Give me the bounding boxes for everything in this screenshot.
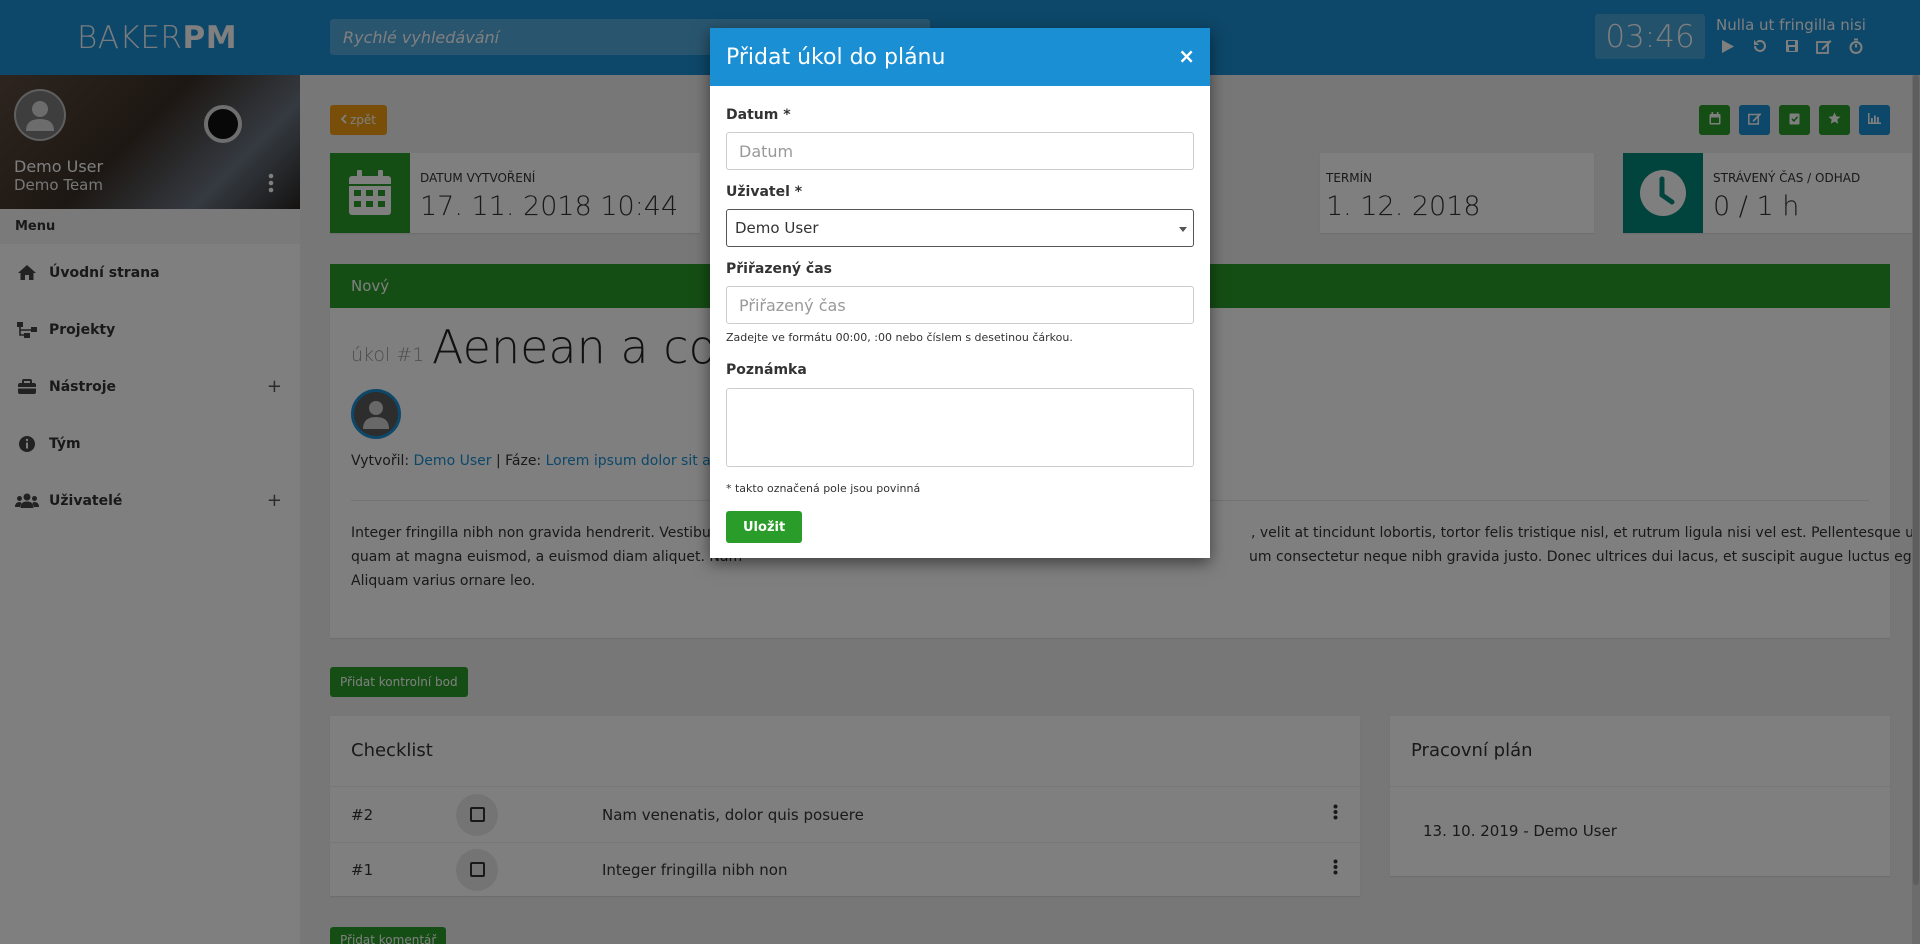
user-label: Uživatel * [726,184,803,200]
add-to-plan-modal: Přidat úkol do plánu × Datum * Uživatel … [710,28,1210,558]
user-select-value: Demo User [735,219,819,237]
assigned-time-label: Přiřazený čas [726,261,833,277]
close-icon[interactable]: × [1178,44,1195,68]
required-fields-note: * takto označená pole jsou povinná [726,482,921,495]
note-label: Poznámka [726,362,807,378]
note-textarea[interactable] [726,388,1194,467]
user-select[interactable]: Demo User [726,209,1194,247]
assigned-time-field[interactable] [726,286,1194,324]
modal-title: Přidat úkol do plánu [726,44,946,70]
date-label: Datum * [726,107,791,123]
assigned-time-help: Zadejte ve formátu 00:00, :00 nebo čísle… [726,331,1073,344]
save-button[interactable]: Uložit [726,511,803,543]
date-field[interactable] [726,132,1194,170]
modal-header: Přidat úkol do plánu × [710,28,1210,86]
chevron-down-icon [1179,227,1187,232]
